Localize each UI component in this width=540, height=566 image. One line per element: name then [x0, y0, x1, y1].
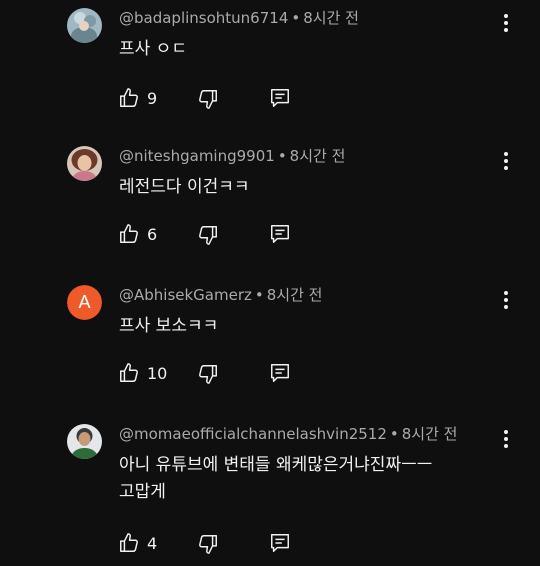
comment-time[interactable]: 8시간 전	[267, 286, 323, 304]
avatar[interactable]	[67, 146, 102, 181]
thumb-up-icon	[120, 533, 138, 552]
more-vertical-icon	[504, 14, 508, 18]
comment-text: 아니 유튜브에 변태들 왜케많은거냐진짜ㅡㅡ 고맙게	[119, 452, 519, 506]
comment-meta: @AbhisekGamerz • 8시간 전	[119, 286, 322, 304]
comment-text: 프사 보소ㅋㅋ	[119, 313, 519, 340]
comment-line: 레전드다 이건ㅋㅋ	[119, 177, 250, 197]
comment-author[interactable]: @AbhisekGamerz	[119, 286, 252, 304]
avatar[interactable]: A	[67, 285, 102, 320]
dislike-button[interactable]	[197, 88, 219, 110]
more-dot	[504, 159, 508, 163]
comment-actions: 10	[118, 362, 318, 386]
thumb-down-icon	[199, 535, 217, 554]
more-dot	[504, 444, 508, 448]
comment-time[interactable]: 8시간 전	[402, 425, 458, 443]
more-dot	[504, 166, 508, 170]
comment-line: 프사 보소ㅋㅋ	[119, 316, 219, 336]
avatar-image	[67, 8, 102, 43]
comment-time[interactable]: 8시간 전	[303, 9, 359, 27]
like-button[interactable]	[118, 362, 140, 384]
reply-button[interactable]	[269, 87, 291, 109]
like-count: 10	[147, 364, 168, 383]
thumb-up-icon	[120, 88, 138, 107]
comment-actions: 6	[118, 223, 318, 247]
reply-button[interactable]	[269, 532, 291, 554]
comment-meta: @badaplinsohtun6714 • 8시간 전	[119, 9, 359, 27]
meta-separator: •	[277, 147, 287, 165]
comment-text: 프사 ㅇㄷ	[119, 36, 519, 63]
comment-author[interactable]: @momaeofficialchannelashvin2512	[119, 425, 387, 443]
comment-author[interactable]: @badaplinsohtun6714	[119, 9, 288, 27]
like-count: 9	[147, 89, 158, 108]
comment-icon	[271, 225, 289, 243]
more-actions-button[interactable]	[496, 12, 516, 34]
thumb-down-icon	[199, 226, 217, 245]
like-button[interactable]	[118, 223, 140, 245]
meta-separator: •	[291, 9, 301, 27]
dislike-button[interactable]	[197, 363, 219, 385]
comment-actions: 9	[118, 87, 318, 111]
comment-icon	[271, 89, 289, 107]
thumb-down-icon	[199, 365, 217, 384]
thumb-up-icon	[120, 363, 138, 382]
comment-text: 레전드다 이건ㅋㅋ	[119, 174, 519, 201]
more-vertical-icon	[504, 152, 508, 156]
avatar[interactable]	[67, 8, 102, 43]
avatar[interactable]	[67, 424, 102, 459]
comment-line: 프사 ㅇㄷ	[119, 39, 187, 59]
avatar-image	[67, 146, 102, 181]
thumb-up-icon	[120, 224, 138, 243]
more-actions-button[interactable]	[496, 428, 516, 450]
more-dot	[504, 298, 508, 302]
thumb-down-icon	[199, 90, 217, 109]
more-vertical-icon	[504, 430, 508, 434]
comment-meta: @niteshgaming9901 • 8시간 전	[119, 147, 345, 165]
dislike-button[interactable]	[197, 533, 219, 555]
like-count: 4	[147, 534, 158, 553]
reply-button[interactable]	[269, 223, 291, 245]
meta-separator: •	[389, 425, 399, 443]
more-dot	[504, 305, 508, 309]
like-button[interactable]	[118, 87, 140, 109]
comment-time[interactable]: 8시간 전	[290, 147, 346, 165]
reply-button[interactable]	[269, 362, 291, 384]
more-actions-button[interactable]	[496, 289, 516, 311]
meta-separator: •	[254, 286, 264, 304]
comment-icon	[271, 534, 289, 552]
more-vertical-icon	[504, 291, 508, 295]
comment-meta: @momaeofficialchannelashvin2512 • 8시간 전	[119, 425, 457, 443]
dislike-button[interactable]	[197, 224, 219, 246]
avatar-letter: A	[67, 285, 102, 320]
more-dot	[504, 437, 508, 441]
more-dot	[504, 21, 508, 25]
comment-actions: 4	[118, 532, 318, 556]
comment-author[interactable]: @niteshgaming9901	[119, 147, 275, 165]
comment-icon	[271, 364, 289, 382]
like-button[interactable]	[118, 532, 140, 554]
more-dot	[504, 28, 508, 32]
like-count: 6	[147, 225, 158, 244]
avatar-image	[67, 424, 102, 459]
comment-line: 고맙게	[119, 482, 166, 502]
more-actions-button[interactable]	[496, 150, 516, 172]
comment-line: 아니 유튜브에 변태들 왜케많은거냐진짜ㅡㅡ	[119, 455, 433, 475]
